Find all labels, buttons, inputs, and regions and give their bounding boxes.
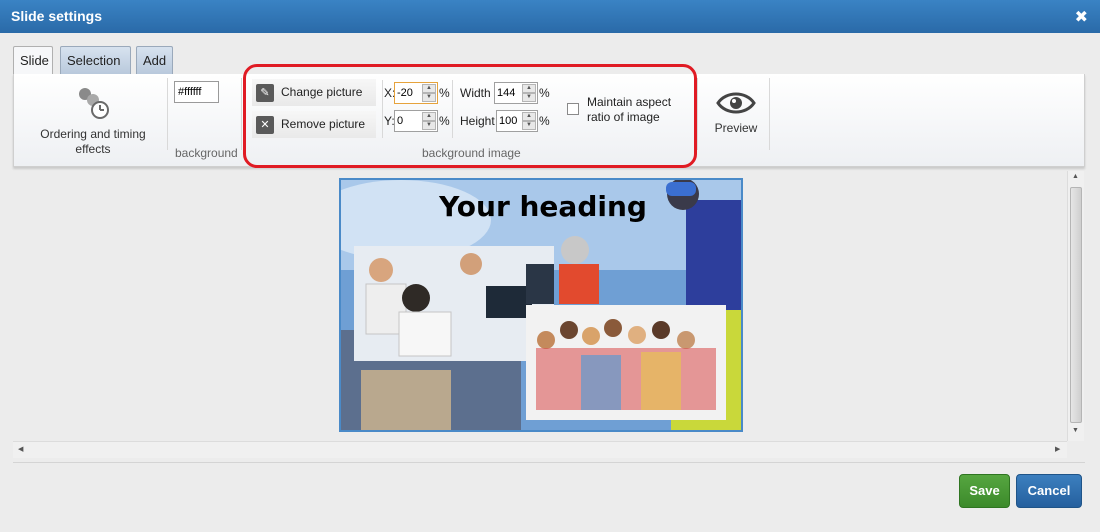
scroll-up-icon[interactable]: ▲ xyxy=(1072,173,1079,180)
height-stepper[interactable]: ▲▼ xyxy=(496,110,538,132)
ordering-label-line2: effects xyxy=(75,142,111,156)
width-down-arrow-icon[interactable]: ▼ xyxy=(522,93,536,102)
y-input[interactable] xyxy=(395,111,423,131)
slide-preview[interactable]: Your heading xyxy=(339,178,743,432)
tab-slide[interactable]: Slide xyxy=(13,46,53,74)
group-divider xyxy=(452,80,453,138)
width-input[interactable] xyxy=(495,83,523,103)
dialog-titlebar: Slide settings ✖ xyxy=(0,0,1100,33)
y-up-arrow-icon[interactable]: ▲ xyxy=(422,112,436,121)
vertical-scrollbar[interactable]: ▲ ▼ xyxy=(1067,171,1084,441)
dialog-title: Slide settings xyxy=(11,8,103,24)
maintain-aspect-line2: ratio of image xyxy=(587,110,660,124)
maintain-aspect-line1: Maintain aspect xyxy=(587,95,672,109)
tab-selection[interactable]: Selection xyxy=(60,46,131,74)
eye-icon xyxy=(716,92,756,114)
ordering-label-line1: Ordering and timing xyxy=(40,127,146,141)
maintain-aspect-label: Maintain aspect ratio of image xyxy=(587,95,687,125)
slide-heading[interactable]: Your heading xyxy=(341,190,741,223)
remove-picture-button[interactable]: ✕ Remove picture xyxy=(252,111,376,138)
vertical-scroll-thumb[interactable] xyxy=(1070,187,1082,423)
ordering-timing-icon xyxy=(79,88,109,119)
height-label: Height xyxy=(460,114,495,128)
group-divider xyxy=(769,78,770,150)
scroll-down-icon[interactable]: ▼ xyxy=(1072,427,1079,434)
remove-picture-label: Remove picture xyxy=(281,117,366,131)
x-input[interactable] xyxy=(395,83,423,103)
background-color-input[interactable] xyxy=(174,81,219,103)
cancel-button[interactable]: Cancel xyxy=(1016,474,1082,508)
maintain-aspect-checkbox[interactable] xyxy=(567,103,579,115)
height-down-arrow-icon[interactable]: ▼ xyxy=(522,121,536,130)
save-button[interactable]: Save xyxy=(959,474,1010,508)
x-up-arrow-icon[interactable]: ▲ xyxy=(422,84,436,93)
y-stepper[interactable]: ▲▼ xyxy=(394,110,438,132)
x-percent: % xyxy=(439,86,450,100)
height-up-arrow-icon[interactable]: ▲ xyxy=(522,112,536,121)
width-stepper[interactable]: ▲▼ xyxy=(494,82,538,104)
height-input[interactable] xyxy=(497,111,523,131)
width-label: Width xyxy=(460,86,491,100)
ribbon-toolbar: Ordering and timing effects background ✎… xyxy=(13,74,1085,167)
width-up-arrow-icon[interactable]: ▲ xyxy=(522,84,536,93)
ordering-timing-button[interactable]: Ordering and timing effects xyxy=(28,84,158,157)
preview-label: Preview xyxy=(714,121,758,135)
height-percent: % xyxy=(539,114,550,128)
background-image-group-label: background image xyxy=(422,146,521,160)
scroll-left-icon[interactable]: ◀ xyxy=(18,445,23,453)
change-picture-label: Change picture xyxy=(281,85,363,99)
width-percent: % xyxy=(539,86,550,100)
group-divider xyxy=(697,78,698,150)
x-stepper[interactable]: ▲▼ xyxy=(394,82,438,104)
x-down-arrow-icon[interactable]: ▼ xyxy=(422,93,436,102)
background-group-label: background xyxy=(175,146,238,160)
group-divider xyxy=(167,78,168,150)
group-divider xyxy=(382,80,383,138)
horizontal-scrollbar[interactable]: ◀ ▶ xyxy=(13,441,1067,458)
preview-button[interactable]: Preview xyxy=(708,90,764,135)
pencil-icon: ✎ xyxy=(256,84,274,102)
remove-x-icon: ✕ xyxy=(256,116,274,134)
footer-divider xyxy=(13,462,1085,463)
close-icon[interactable]: ✖ xyxy=(1075,7,1088,27)
y-percent: % xyxy=(439,114,450,128)
change-picture-button[interactable]: ✎ Change picture xyxy=(252,79,376,106)
tab-add[interactable]: Add xyxy=(136,46,173,74)
scroll-right-icon[interactable]: ▶ xyxy=(1055,445,1060,453)
group-divider xyxy=(241,78,242,150)
y-down-arrow-icon[interactable]: ▼ xyxy=(422,121,436,130)
